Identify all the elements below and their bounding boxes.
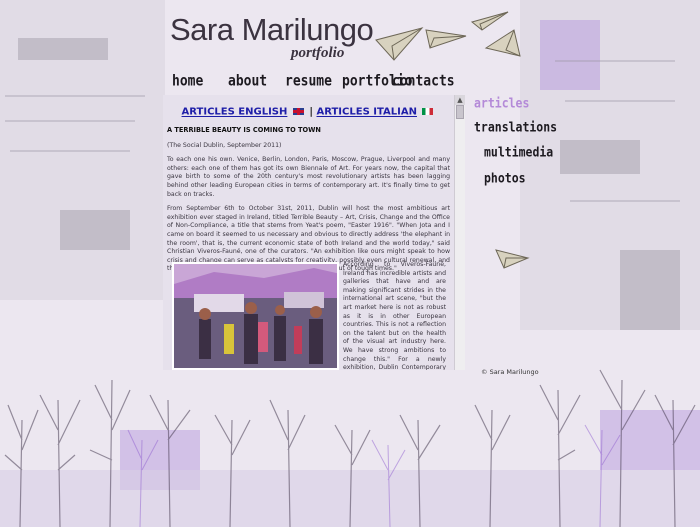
paper-plane-icon bbox=[425, 29, 467, 49]
articles-italian-link[interactable]: ARTICLES ITALIAN bbox=[317, 107, 417, 118]
scroll-up-icon[interactable]: ▲ bbox=[455, 95, 465, 105]
nav-home[interactable]: home bbox=[172, 73, 203, 90]
separator: | bbox=[309, 106, 314, 118]
nav-about[interactable]: about bbox=[228, 73, 267, 90]
article-side-column: According to Viveros-Fauné, Ireland has … bbox=[343, 261, 446, 370]
nav-contacts[interactable]: contacts bbox=[392, 73, 455, 90]
content-scrollbar[interactable]: ▲ bbox=[454, 95, 465, 370]
nav-multimedia[interactable]: multimedia bbox=[484, 144, 553, 160]
content-panel: ARTICLES ENGLISH | ARTICLES ITALIAN A TE… bbox=[163, 95, 454, 370]
article-content: ARTICLES ENGLISH | ARTICLES ITALIAN A TE… bbox=[167, 106, 450, 280]
site-title: Sara Marilungo bbox=[170, 12, 374, 47]
nav-articles[interactable]: articles bbox=[474, 95, 529, 111]
article-paragraph: To each one his own. Venice, Berlin, Lon… bbox=[167, 156, 450, 198]
article-headline: A TERRIBLE BEAUTY IS COMING TO TOWN bbox=[167, 126, 321, 135]
paper-plane-icon bbox=[375, 27, 424, 61]
article-photo bbox=[172, 262, 339, 370]
italy-flag-icon bbox=[422, 108, 434, 115]
copyright-text: © Sara Marilungo bbox=[481, 368, 539, 376]
article-paragraph: According to Viveros-Fauné, Ireland has … bbox=[343, 261, 446, 370]
article-source: (The Social Dublin, September 2011) bbox=[167, 141, 282, 149]
language-selector: ARTICLES ENGLISH | ARTICLES ITALIAN bbox=[167, 106, 450, 118]
paper-plane-icon bbox=[495, 249, 530, 269]
nav-resume[interactable]: resume bbox=[285, 73, 332, 90]
uk-flag-icon bbox=[292, 108, 304, 115]
nav-translations[interactable]: translations bbox=[474, 119, 557, 135]
site-subtitle: portfolio bbox=[291, 45, 345, 61]
paper-plane-icon bbox=[484, 29, 521, 57]
articles-english-link[interactable]: ARTICLES ENGLISH bbox=[182, 107, 288, 118]
nav-photos[interactable]: photos bbox=[484, 170, 526, 186]
scrollbar-thumb[interactable] bbox=[456, 105, 464, 119]
